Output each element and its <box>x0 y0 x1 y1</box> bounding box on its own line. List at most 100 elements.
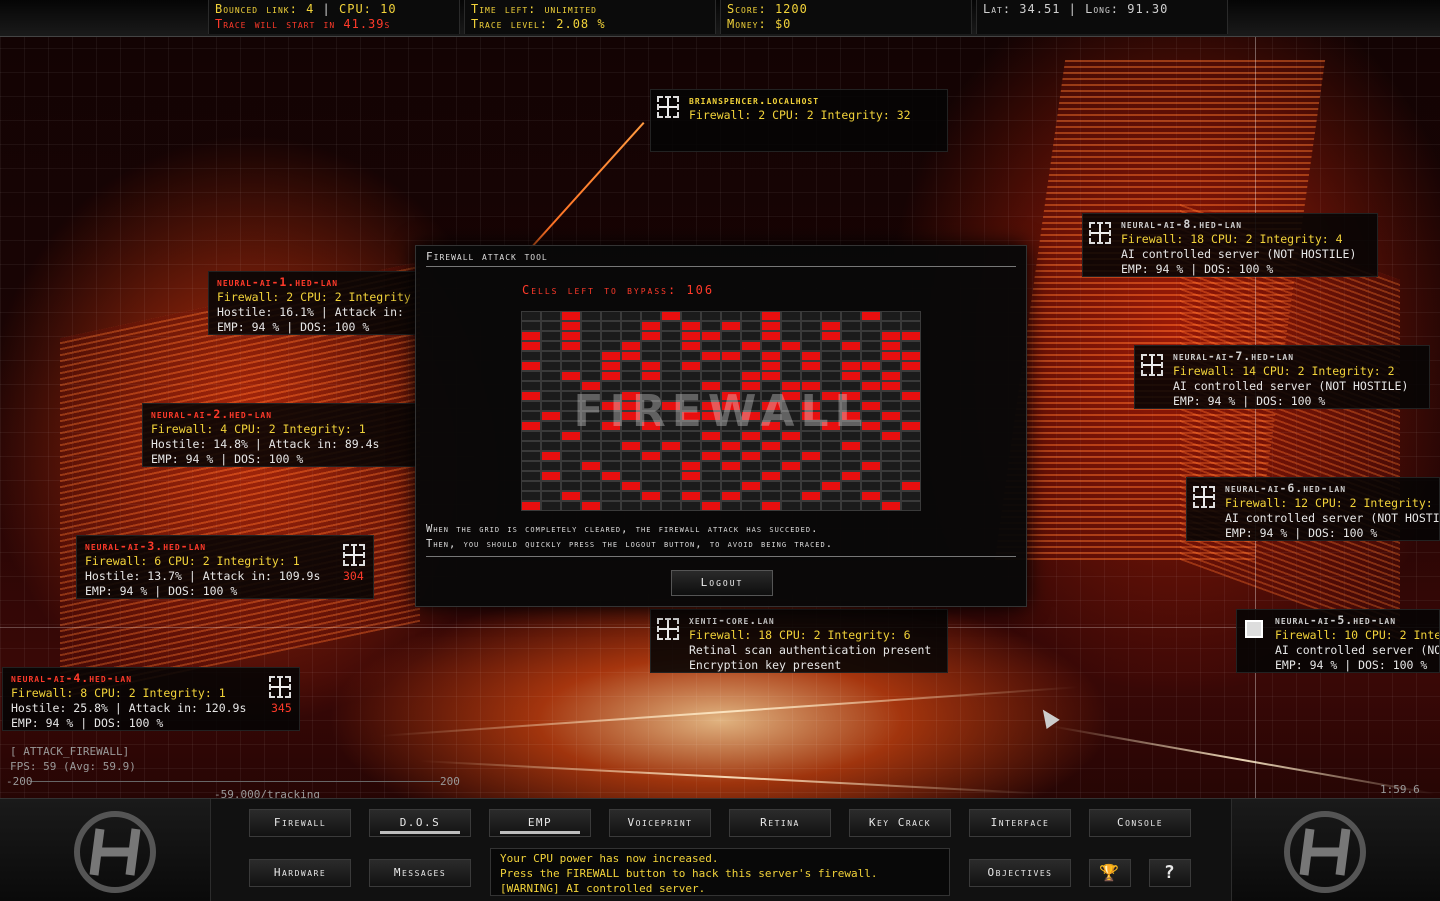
firewall-cell-active[interactable] <box>542 412 560 420</box>
firewall-cell-active[interactable] <box>682 342 700 350</box>
firewall-cell-active[interactable] <box>742 432 760 440</box>
firewall-cell-active[interactable] <box>562 312 580 320</box>
logout-button[interactable]: Logout <box>671 570 773 596</box>
trophy-button[interactable]: 🏆 <box>1089 859 1131 887</box>
firewall-cell-active[interactable] <box>842 472 860 480</box>
firewall-cell-active[interactable] <box>782 342 800 350</box>
firewall-cell-active[interactable] <box>882 372 900 380</box>
firewall-cell-active[interactable] <box>522 342 540 350</box>
firewall-cell-active[interactable] <box>802 382 820 390</box>
firewall-cell-active[interactable] <box>602 362 620 370</box>
firewall-cell-active[interactable] <box>762 372 780 380</box>
firewall-cell-active[interactable] <box>562 322 580 330</box>
firewall-cell-active[interactable] <box>622 402 640 410</box>
firewall-cell-active[interactable] <box>722 392 740 400</box>
firewall-cell-active[interactable] <box>862 402 880 410</box>
firewall-cell-active[interactable] <box>642 422 660 430</box>
firewall-cell-active[interactable] <box>862 462 880 470</box>
firewall-cell-active[interactable] <box>762 332 780 340</box>
objectives-button[interactable]: Objectives <box>969 859 1071 887</box>
retina-button[interactable]: Retina <box>729 809 831 837</box>
firewall-cell-active[interactable] <box>642 372 660 380</box>
firewall-cell-active[interactable] <box>802 402 820 410</box>
firewall-cell-active[interactable] <box>842 372 860 380</box>
firewall-cell-active[interactable] <box>882 412 900 420</box>
firewall-cell-active[interactable] <box>802 362 820 370</box>
firewall-cell-active[interactable] <box>562 342 580 350</box>
firewall-cell-active[interactable] <box>642 362 660 370</box>
firewall-cell-active[interactable] <box>582 462 600 470</box>
firewall-cell-active[interactable] <box>722 462 740 470</box>
firewall-cell-active[interactable] <box>702 432 720 440</box>
firewall-cell-active[interactable] <box>742 482 760 490</box>
firewall-cell-active[interactable] <box>762 472 780 480</box>
firewall-cell-active[interactable] <box>562 372 580 380</box>
node-xenti-core[interactable]: xenti-core.lan Firewall: 18 CPU: 2 Integ… <box>650 609 948 673</box>
firewall-cell-active[interactable] <box>602 472 620 480</box>
firewall-cell-active[interactable] <box>562 432 580 440</box>
firewall-cell-active[interactable] <box>782 382 800 390</box>
firewall-cell-active[interactable] <box>822 322 840 330</box>
firewall-cell-active[interactable] <box>802 452 820 460</box>
firewall-cell-active[interactable] <box>522 362 540 370</box>
node-brianspencer[interactable]: brianspencer.localhost Firewall: 2 CPU: … <box>650 89 948 152</box>
voiceprint-button[interactable]: Voiceprint <box>609 809 711 837</box>
firewall-cell-active[interactable] <box>842 442 860 450</box>
firewall-cell-active[interactable] <box>842 362 860 370</box>
node-neural-ai-2[interactable]: neural-ai-2.hed-lan Firewall: 4 CPU: 2 I… <box>142 403 416 467</box>
firewall-cell-active[interactable] <box>762 502 780 510</box>
firewall-cell-active[interactable] <box>562 492 580 500</box>
firewall-cell-active[interactable] <box>642 452 660 460</box>
firewall-cell-active[interactable] <box>822 392 840 400</box>
key-crack-button[interactable]: Key Crack <box>849 809 951 837</box>
firewall-cell-active[interactable] <box>542 452 560 460</box>
firewall-cell-active[interactable] <box>882 352 900 360</box>
firewall-cell-active[interactable] <box>882 332 900 340</box>
firewall-cell-active[interactable] <box>542 472 560 480</box>
firewall-cell-active[interactable] <box>522 332 540 340</box>
firewall-cell-active[interactable] <box>742 372 760 380</box>
firewall-cell-active[interactable] <box>762 442 780 450</box>
firewall-cell-active[interactable] <box>802 492 820 500</box>
firewall-cell-active[interactable] <box>702 352 720 360</box>
node-neural-ai-6[interactable]: neural-ai-6.hed-lan Firewall: 12 CPU: 2 … <box>1186 477 1440 541</box>
firewall-cell-active[interactable] <box>762 422 780 430</box>
firewall-cell-active[interactable] <box>862 382 880 390</box>
firewall-cell-active[interactable] <box>782 432 800 440</box>
firewall-cell-active[interactable] <box>762 352 780 360</box>
firewall-cell-active[interactable] <box>802 412 820 420</box>
node-neural-ai-7[interactable]: neural-ai-7.hed-lan Firewall: 14 CPU: 2 … <box>1134 345 1430 409</box>
firewall-cell-active[interactable] <box>702 402 720 410</box>
firewall-cell-active[interactable] <box>862 312 880 320</box>
firewall-cell-active[interactable] <box>582 502 600 510</box>
firewall-cell-active[interactable] <box>802 352 820 360</box>
firewall-button[interactable]: Firewall <box>249 809 351 837</box>
firewall-cell-active[interactable] <box>742 342 760 350</box>
firewall-cell-active[interactable] <box>682 332 700 340</box>
firewall-cell-active[interactable] <box>702 502 720 510</box>
firewall-cell-active[interactable] <box>662 402 680 410</box>
firewall-cell-active[interactable] <box>642 322 660 330</box>
firewall-cell-active[interactable] <box>602 402 620 410</box>
node-neural-ai-8[interactable]: neural-ai-8.hed-lan Firewall: 18 CPU: 2 … <box>1082 213 1378 277</box>
firewall-cell-active[interactable] <box>662 442 680 450</box>
firewall-cell-active[interactable] <box>622 482 640 490</box>
firewall-grid-cells[interactable] <box>521 311 921 511</box>
console-button[interactable]: Console <box>1089 809 1191 837</box>
firewall-cell-active[interactable] <box>722 402 740 410</box>
firewall-cell-active[interactable] <box>702 382 720 390</box>
node-neural-ai-3[interactable]: neural-ai-3.hed-lan Firewall: 6 CPU: 2 I… <box>76 535 374 599</box>
firewall-cell-active[interactable] <box>722 442 740 450</box>
hardware-button[interactable]: Hardware <box>249 859 351 887</box>
firewall-cell-active[interactable] <box>602 422 620 430</box>
firewall-cell-active[interactable] <box>682 322 700 330</box>
firewall-cell-active[interactable] <box>522 502 540 510</box>
firewall-grid[interactable] <box>521 311 921 511</box>
messages-button[interactable]: Messages <box>369 859 471 887</box>
firewall-cell-active[interactable] <box>902 392 920 400</box>
node-neural-ai-1[interactable]: neural-ai-1.hed-lan Firewall: 2 CPU: 2 I… <box>208 271 416 335</box>
firewall-cell-active[interactable] <box>882 432 900 440</box>
firewall-cell-active[interactable] <box>702 332 720 340</box>
firewall-cell-active[interactable] <box>862 492 880 500</box>
firewall-cell-active[interactable] <box>842 392 860 400</box>
